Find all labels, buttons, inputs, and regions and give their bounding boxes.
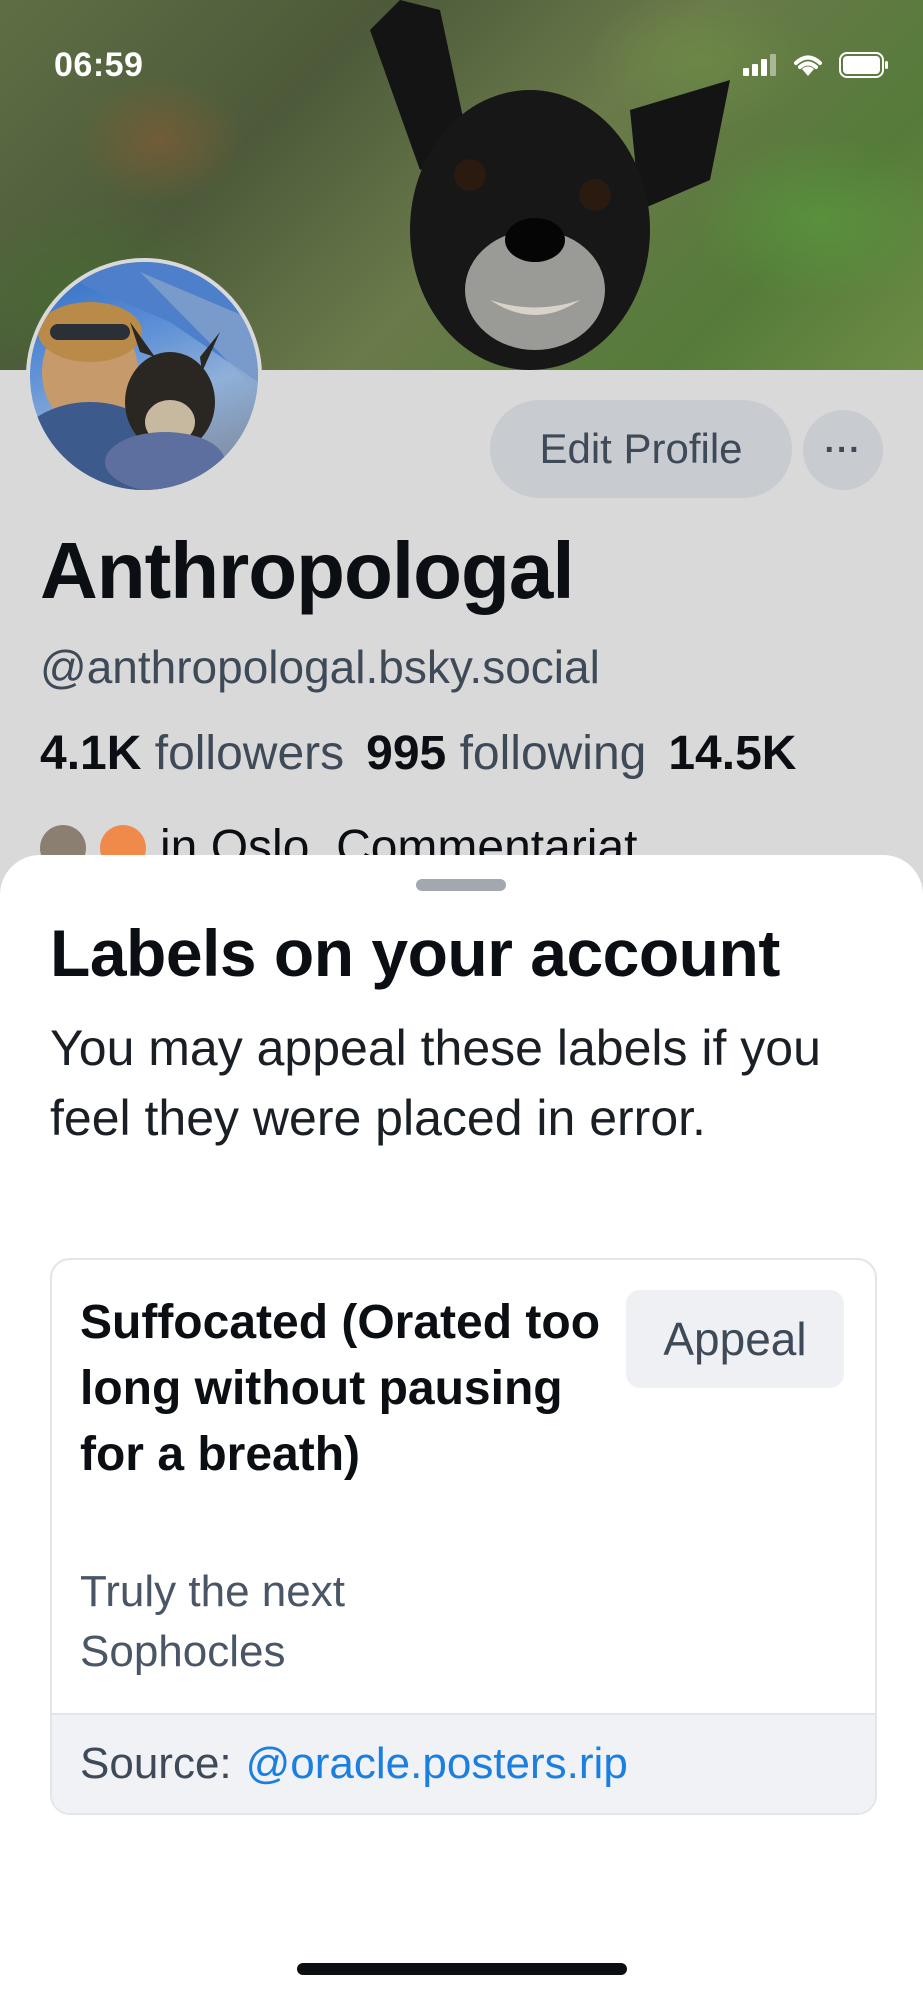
sheet-title: Labels on your account bbox=[50, 916, 780, 990]
label-description: Truly the next Sophocles bbox=[80, 1567, 345, 1676]
following-stat[interactable]: 995 following bbox=[366, 726, 646, 781]
wifi-icon bbox=[794, 55, 822, 76]
followers-count: 4.1K bbox=[40, 727, 142, 780]
source-link[interactable]: @oracle.posters.rip bbox=[246, 1739, 628, 1789]
sheet-description: You may appeal these labels if you feel … bbox=[50, 1020, 821, 1146]
edit-profile-button[interactable]: Edit Profile bbox=[490, 400, 792, 498]
posts-stat: 14.5K bbox=[668, 726, 796, 781]
signal-icon bbox=[743, 54, 776, 76]
status-time: 06:59 bbox=[54, 46, 144, 84]
profile-stats: 4.1K followers 995 following 14.5K bbox=[40, 726, 796, 781]
appeal-button[interactable]: Appeal bbox=[626, 1290, 844, 1388]
posts-count: 14.5K bbox=[668, 727, 797, 780]
ellipsis-icon: ··· bbox=[824, 430, 862, 469]
following-label: following bbox=[459, 727, 647, 780]
label-name: Suffocated (Orated too long without paus… bbox=[80, 1296, 601, 1481]
following-count: 995 bbox=[366, 727, 447, 780]
followers-stat[interactable]: 4.1K followers bbox=[40, 726, 344, 781]
profile-display-name: Anthropologal bbox=[40, 526, 575, 615]
profile-handle: @anthropologal.bsky.social bbox=[40, 641, 600, 693]
profile-avatar[interactable] bbox=[26, 258, 262, 494]
label-source-row: Source: @oracle.posters.rip bbox=[52, 1713, 875, 1813]
followers-label: followers bbox=[154, 727, 345, 780]
label-card: Suffocated (Orated too long without paus… bbox=[50, 1258, 877, 1815]
battery-icon bbox=[839, 52, 888, 78]
source-prefix: Source: bbox=[80, 1739, 232, 1788]
avatar-photo bbox=[30, 262, 258, 490]
labels-bottom-sheet: Labels on your account You may appeal th… bbox=[0, 855, 923, 2000]
home-indicator[interactable] bbox=[297, 1963, 627, 1975]
status-icons bbox=[743, 52, 889, 78]
status-bar: 06:59 bbox=[0, 0, 923, 130]
sheet-grabber-handle[interactable] bbox=[416, 879, 506, 891]
more-options-button[interactable]: ··· bbox=[803, 410, 883, 490]
